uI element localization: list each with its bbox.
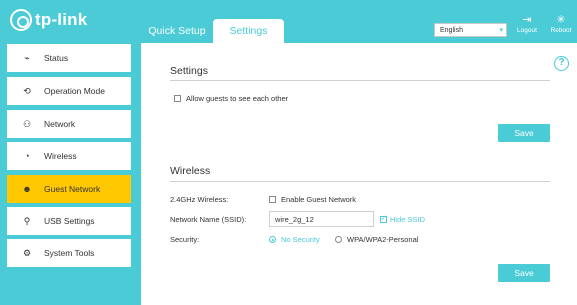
hide-ssid-label: Hide SSID	[390, 215, 426, 224]
reboot-icon: ✳	[556, 14, 566, 26]
sidebar-item-usb-settings[interactable]: ⚲ USB Settings	[7, 207, 131, 235]
tab-quick-setup[interactable]: Quick Setup	[140, 19, 214, 43]
tp-link-logo-icon	[10, 9, 32, 31]
brand-name: tp-link	[35, 10, 88, 29]
logout-icon: ⇥	[522, 14, 532, 26]
help-icon[interactable]: ?	[554, 56, 569, 71]
network-icon: ⚇	[22, 118, 32, 129]
brand-logo[interactable]: tp-link	[10, 9, 87, 31]
allow-guests-label: Allow guests to see each other	[186, 94, 289, 103]
usb-icon: ⚲	[23, 215, 31, 226]
logout-button[interactable]: ⇥ Logout	[513, 13, 541, 34]
wpa-label: WPA/WPA2-Personal	[347, 235, 419, 244]
language-value: English	[440, 26, 463, 34]
sidebar-item-operation-mode[interactable]: ⟲ Operation Mode	[7, 77, 131, 105]
no-security-radio[interactable]	[269, 236, 276, 243]
wireless-save-button[interactable]: Save	[498, 264, 550, 282]
settings-section-title: Settings	[170, 65, 208, 77]
logout-label: Logout	[517, 27, 537, 34]
divider	[170, 80, 550, 81]
sidebar-item-status[interactable]: ⌁ Status	[7, 44, 131, 72]
wireless-section-title: Wireless	[170, 165, 211, 177]
sidebar-item-system-tools[interactable]: ⚙ System Tools	[7, 239, 131, 267]
no-security-label: No Security	[281, 235, 320, 244]
sidebar-item-label: Wireless	[44, 151, 77, 161]
tab-settings[interactable]: Settings	[213, 19, 284, 43]
guests-icon: ☻	[22, 184, 32, 194]
hide-ssid-checkbox[interactable]	[380, 214, 387, 223]
gear-icon: ⚙	[22, 247, 32, 258]
sidebar-item-label: System Tools	[44, 248, 95, 258]
reboot-button[interactable]: ✳ Reboot	[547, 13, 575, 34]
sidebar: ⌁ Status ⟲ Operation Mode ⚇ Network ◔ Wi…	[0, 43, 141, 305]
sidebar-item-label: Network	[44, 119, 76, 129]
top-header: tp-link Quick Setup Settings English ▾ ⇥…	[0, 0, 577, 43]
reboot-label: Reboot	[550, 27, 572, 34]
ssid-value: wire_2g_12	[275, 214, 314, 224]
sidebar-item-label: Status	[44, 53, 69, 63]
security-label: Security:	[170, 235, 200, 244]
settings-save-button[interactable]: Save	[498, 124, 550, 142]
chevron-down-icon: ▾	[499, 27, 503, 34]
sidebar-item-label: USB Settings	[44, 216, 95, 226]
security-wpa-option[interactable]: WPA/WPA2-Personal	[335, 235, 418, 244]
enable-guest-row: Enable Guest Network	[269, 195, 356, 204]
security-no-security-option[interactable]: No Security	[269, 235, 320, 244]
sidebar-item-label: Guest Network	[44, 184, 101, 194]
sidebar-item-label: Operation Mode	[44, 86, 105, 96]
wifi-icon: ◔	[24, 151, 30, 161]
language-select[interactable]: English ▾	[434, 23, 507, 37]
allow-guests-checkbox[interactable]	[174, 95, 181, 102]
pulse-icon: ⌁	[24, 52, 30, 63]
cycle-icon: ⟲	[23, 85, 31, 96]
ssid-input[interactable]: wire_2g_12	[269, 211, 374, 227]
wpa-radio[interactable]	[335, 236, 342, 243]
ssid-label: Network Name (SSID):	[170, 215, 247, 224]
divider	[170, 181, 550, 182]
allow-guests-row: Allow guests to see each other	[174, 94, 288, 103]
enable-guest-network-label: Enable Guest Network	[281, 195, 357, 204]
sidebar-item-guest-network[interactable]: ☻ Guest Network	[7, 175, 131, 203]
enable-guest-network-checkbox[interactable]	[269, 196, 276, 203]
main-panel: ? Settings Allow guests to see each othe…	[141, 43, 577, 305]
hide-ssid-row: Hide SSID	[380, 214, 426, 224]
band-label: 2.4GHz Wireless:	[170, 195, 229, 204]
sidebar-item-network[interactable]: ⚇ Network	[7, 110, 131, 138]
sidebar-item-wireless[interactable]: ◔ Wireless	[7, 142, 131, 170]
